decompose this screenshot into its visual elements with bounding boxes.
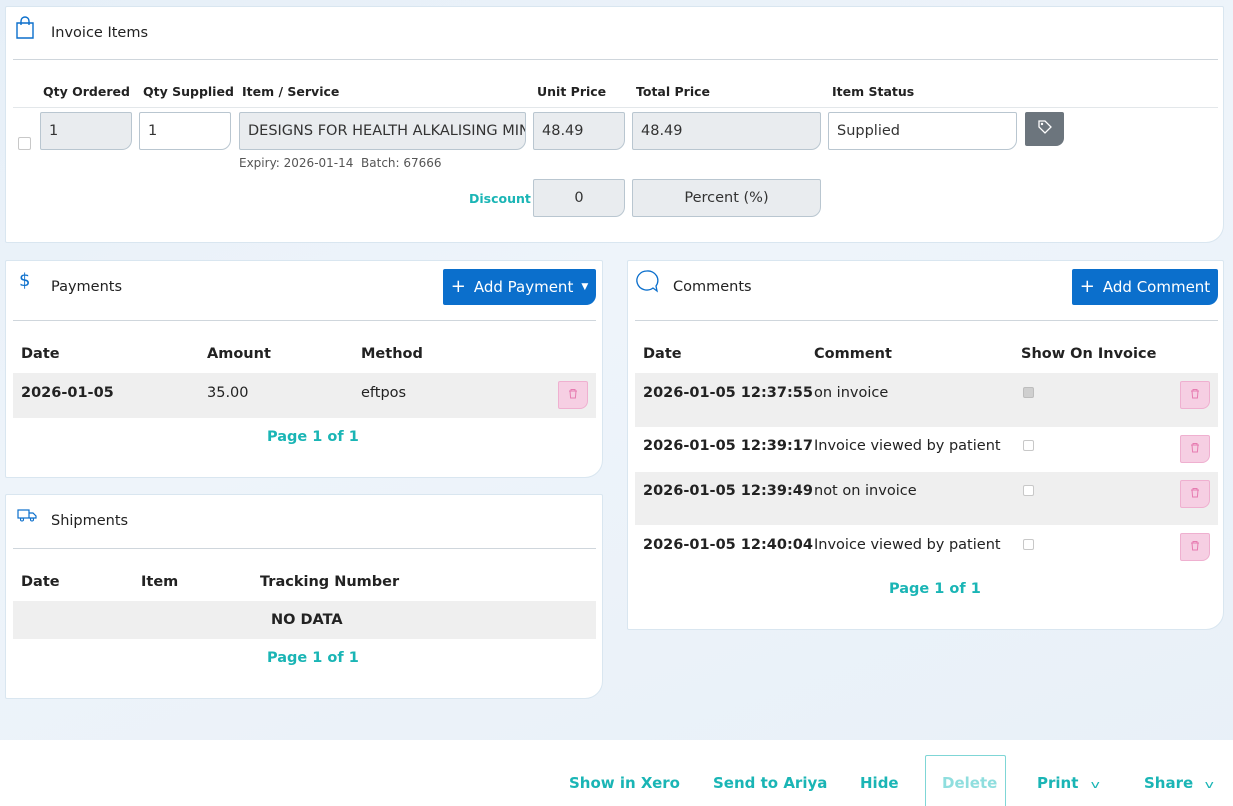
payment-method: eftpos bbox=[361, 385, 407, 401]
add-payment-label: Add Payment bbox=[473, 278, 574, 296]
footer-actions-bar: Show in Xero Send to Ariya Hide Delete P… bbox=[0, 740, 1233, 806]
th-payment-amount: Amount bbox=[207, 346, 271, 362]
total-price-field: 48.49 bbox=[632, 112, 821, 150]
payments-card: $ Payments + Add Payment ▼ Date Amount M… bbox=[5, 260, 603, 478]
truck-icon bbox=[17, 508, 37, 526]
delete-payment-button[interactable] bbox=[558, 381, 588, 409]
hide-button[interactable]: Hide bbox=[860, 774, 899, 792]
item-status-input[interactable]: Supplied bbox=[828, 112, 1017, 150]
comments-card: Comments + Add Comment Date Comment Show… bbox=[627, 260, 1224, 630]
print-label: Print bbox=[1037, 774, 1079, 792]
dollar-icon: $ bbox=[19, 270, 31, 291]
delete-comment-button[interactable] bbox=[1180, 435, 1210, 463]
tag-icon bbox=[1037, 119, 1053, 139]
add-payment-button[interactable]: + Add Payment ▼ bbox=[443, 269, 596, 305]
show-on-invoice-checkbox[interactable] bbox=[1023, 485, 1034, 496]
invoice-items-title: Invoice Items bbox=[51, 25, 149, 41]
no-data-label: NO DATA bbox=[271, 612, 343, 628]
th-qty-ordered: Qty Ordered bbox=[43, 84, 130, 99]
shipments-pager[interactable]: Page 1 of 1 bbox=[267, 650, 359, 666]
th-item-service: Item / Service bbox=[242, 84, 340, 99]
th-payment-method: Method bbox=[361, 346, 423, 362]
qty-ordered-field: 1 bbox=[40, 112, 132, 150]
th-comment-date: Date bbox=[643, 346, 682, 362]
payment-amount: 35.00 bbox=[207, 385, 249, 401]
table-row: 2026-01-05 35.00 eftpos bbox=[13, 373, 596, 418]
show-on-invoice-checkbox[interactable] bbox=[1023, 539, 1034, 550]
th-item-status: Item Status bbox=[832, 84, 915, 99]
table-row: 2026-01-05 12:40:04 Invoice viewed by pa… bbox=[635, 525, 1218, 571]
delete-comment-button[interactable] bbox=[1180, 533, 1210, 561]
th-total-price: Total Price bbox=[636, 84, 710, 99]
send-to-ariya-button[interactable]: Send to Ariya bbox=[713, 774, 827, 792]
th-payment-date: Date bbox=[21, 346, 60, 362]
invoice-items-card: Invoice Items Qty Ordered Qty Supplied I… bbox=[5, 6, 1224, 243]
comments-pager[interactable]: Page 1 of 1 bbox=[889, 581, 981, 597]
delete-comment-button[interactable] bbox=[1180, 480, 1210, 508]
item-select-checkbox[interactable] bbox=[18, 137, 31, 150]
item-service-field: DESIGNS FOR HEALTH ALKALISING MINERAL bbox=[239, 112, 526, 150]
qty-supplied-input[interactable]: 1 bbox=[139, 112, 231, 150]
delete-button[interactable]: Delete bbox=[925, 755, 1006, 806]
comment-text: Invoice viewed by patient bbox=[814, 438, 1001, 454]
table-row: 2026-01-05 12:39:49 not on invoice bbox=[635, 472, 1218, 525]
show-on-invoice-checkbox[interactable] bbox=[1023, 440, 1034, 451]
trash-icon bbox=[568, 387, 578, 403]
trash-icon bbox=[1190, 387, 1200, 403]
comment-date-link[interactable]: 2026-01-05 12:40:04 bbox=[643, 537, 813, 553]
item-meta: Expiry: 2026-01-14 Batch: 67666 bbox=[239, 156, 442, 170]
discount-type-select[interactable]: Percent (%) bbox=[632, 179, 821, 217]
shopping-bag-icon bbox=[15, 16, 35, 44]
chevron-down-icon: v bbox=[1090, 778, 1100, 791]
speech-bubble-icon bbox=[635, 269, 659, 297]
th-tracking-number: Tracking Number bbox=[260, 574, 400, 590]
invoice-items-header: Invoice Items bbox=[6, 7, 1223, 59]
show-in-xero-button[interactable]: Show in Xero bbox=[569, 774, 680, 792]
comment-text: Invoice viewed by patient bbox=[814, 537, 1001, 553]
th-show-on-invoice: Show On Invoice bbox=[1021, 346, 1157, 362]
th-unit-price: Unit Price bbox=[537, 84, 607, 99]
shipments-card: Shipments Date Item Tracking Number NO D… bbox=[5, 494, 603, 699]
comments-title: Comments bbox=[673, 279, 752, 295]
discount-value-field[interactable]: 0 bbox=[533, 179, 625, 217]
empty-row: NO DATA bbox=[13, 601, 596, 639]
chevron-down-icon: v bbox=[1205, 778, 1215, 791]
unit-price-field: 48.49 bbox=[533, 112, 625, 150]
delete-comment-button[interactable] bbox=[1180, 381, 1210, 409]
table-row: 2026-01-05 12:39:17 Invoice viewed by pa… bbox=[635, 427, 1218, 472]
share-button[interactable]: Share v bbox=[1144, 774, 1215, 792]
payments-pager[interactable]: Page 1 of 1 bbox=[267, 429, 359, 445]
discount-label: Discount bbox=[469, 191, 531, 206]
shipments-header: Shipments bbox=[6, 495, 602, 547]
th-shipment-item: Item bbox=[141, 574, 179, 590]
add-comment-label: Add Comment bbox=[1102, 278, 1211, 296]
comment-date-link[interactable]: 2026-01-05 12:37:55 bbox=[643, 385, 813, 401]
comment-text: on invoice bbox=[814, 385, 889, 401]
comment-text: not on invoice bbox=[814, 483, 917, 499]
delete-label: Delete bbox=[942, 774, 998, 792]
shipments-title: Shipments bbox=[51, 513, 129, 529]
trash-icon bbox=[1190, 486, 1200, 502]
trash-icon bbox=[1190, 441, 1200, 457]
payments-title: Payments bbox=[51, 279, 123, 295]
trash-icon bbox=[1190, 539, 1200, 555]
add-comment-button[interactable]: + Add Comment bbox=[1072, 269, 1218, 305]
th-comment-text: Comment bbox=[814, 346, 892, 362]
print-button[interactable]: Print v bbox=[1037, 774, 1100, 792]
comment-date-link[interactable]: 2026-01-05 12:39:49 bbox=[643, 483, 813, 499]
share-label: Share bbox=[1144, 774, 1194, 792]
table-row: 2026-01-05 12:37:55 on invoice bbox=[635, 373, 1218, 427]
th-shipment-date: Date bbox=[21, 574, 60, 590]
th-qty-supplied: Qty Supplied bbox=[143, 84, 234, 99]
comment-date-link[interactable]: 2026-01-05 12:39:17 bbox=[643, 438, 813, 454]
tag-button[interactable] bbox=[1025, 112, 1064, 146]
chevron-down-icon: ▼ bbox=[581, 282, 589, 292]
show-on-invoice-checkbox[interactable] bbox=[1023, 387, 1034, 398]
payment-date-link[interactable]: 2026-01-05 bbox=[21, 385, 114, 401]
